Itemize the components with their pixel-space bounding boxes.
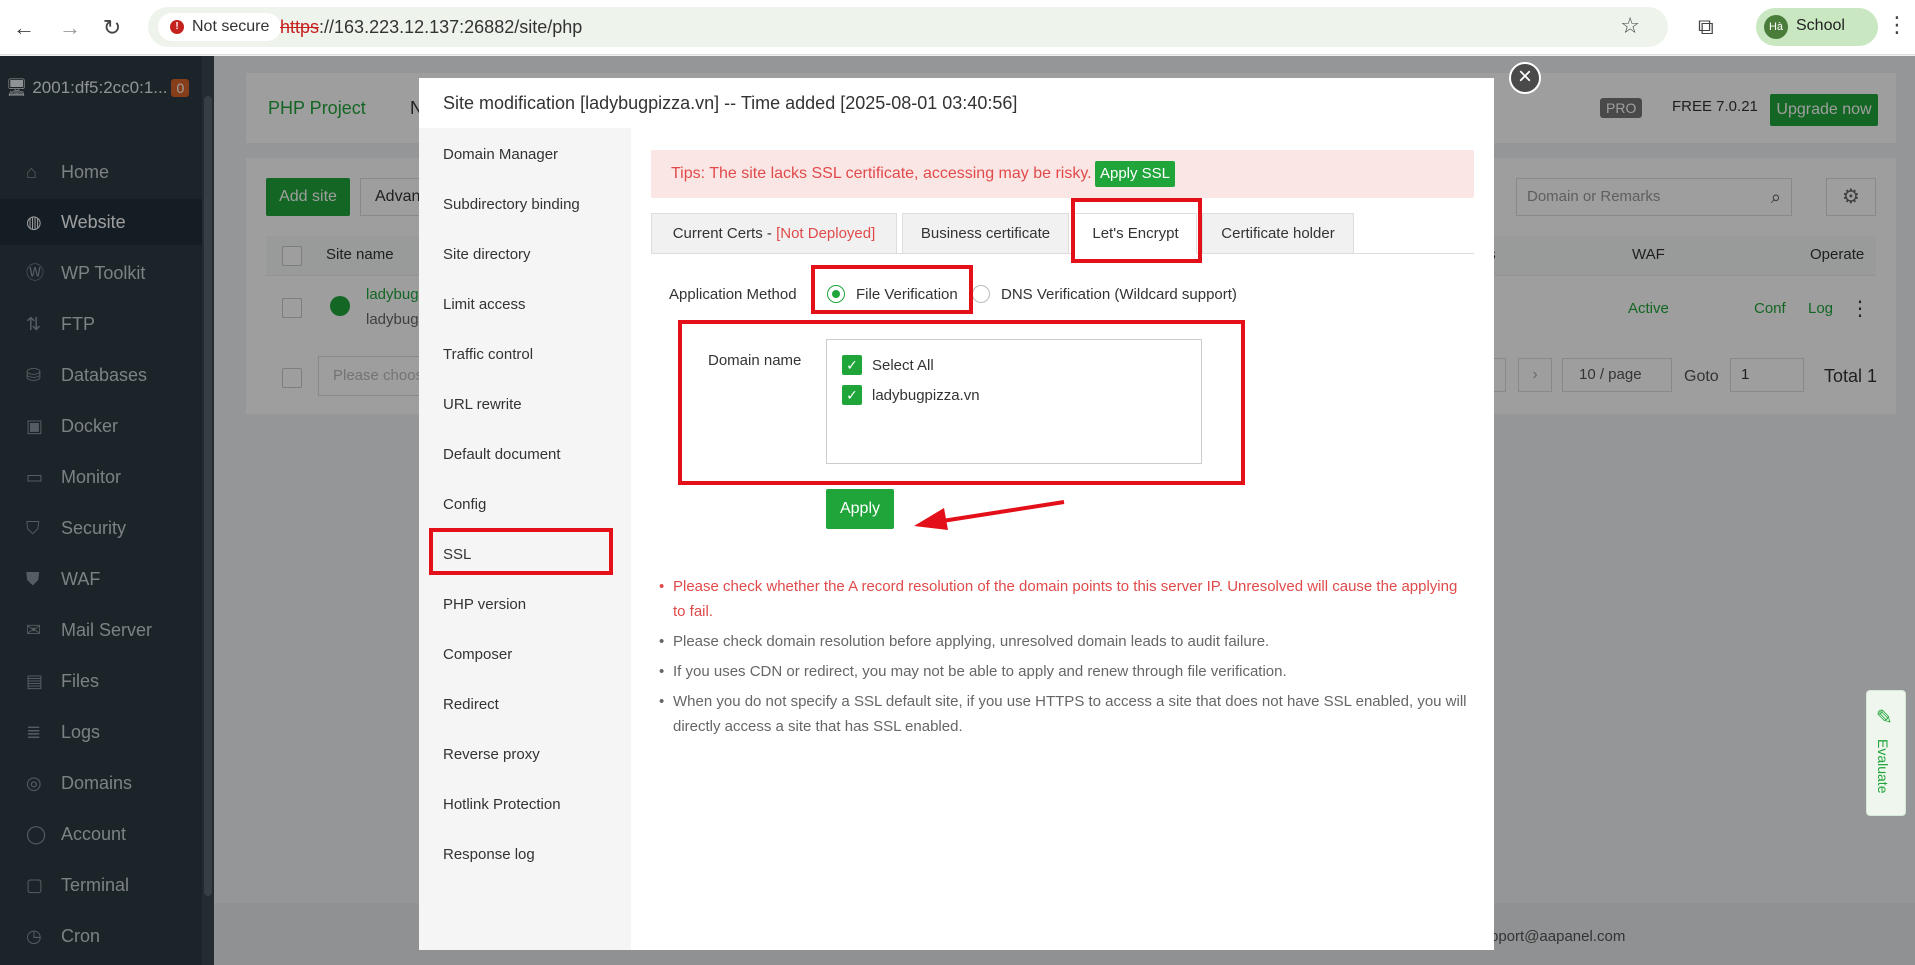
nav-reverse-proxy[interactable]: Reverse proxy	[443, 746, 540, 763]
back-arrow-icon[interactable]: ←	[10, 14, 38, 42]
note-cdn-redirect: If you uses CDN or redirect, you may not…	[659, 659, 1473, 684]
browser-toolbar: ← → ↻ ! Not secure https://163.223.12.13…	[0, 0, 1915, 55]
tab-business-certificate[interactable]: Business certificate	[902, 213, 1069, 254]
nav-ssl[interactable]: SSL	[443, 546, 471, 563]
select-all-checkbox[interactable]: ✓	[842, 355, 862, 375]
browser-menu-icon[interactable]: ⋮	[1886, 12, 1908, 38]
evaluate-label: Evaluate	[1875, 739, 1891, 794]
dns-verification-radio[interactable]	[972, 285, 990, 303]
nav-domain-manager[interactable]: Domain Manager	[443, 146, 558, 163]
edit-icon: ✎	[1876, 707, 1893, 729]
nav-php-version[interactable]: PHP version	[443, 596, 526, 613]
nav-redirect[interactable]: Redirect	[443, 696, 499, 713]
nav-response-log[interactable]: Response log	[443, 846, 535, 863]
avatar: Hà	[1764, 15, 1788, 39]
nav-subdirectory-binding[interactable]: Subdirectory binding	[443, 196, 580, 213]
nav-traffic-control[interactable]: Traffic control	[443, 346, 533, 363]
ssl-warning-banner: Tips: The site lacks SSL certificate, ac…	[651, 150, 1474, 198]
domain-name-label: Domain name	[708, 352, 802, 369]
note-domain-resolution: Please check domain resolution before ap…	[659, 629, 1473, 654]
nav-hotlink-protection[interactable]: Hotlink Protection	[443, 796, 561, 813]
note-default-ssl-site: When you do not specify a SSL default si…	[659, 689, 1473, 739]
note-a-record: Please check whether the A record resolu…	[659, 574, 1473, 624]
tab-label: Current Certs -	[672, 225, 777, 242]
apply-ssl-button[interactable]: Apply SSL	[1095, 161, 1175, 187]
nav-site-directory[interactable]: Site directory	[443, 246, 531, 263]
warning-icon: !	[170, 20, 184, 34]
url-text[interactable]: https://163.223.12.137:26882/site/php	[280, 17, 582, 38]
tab-current-certs[interactable]: Current Certs - [Not Deployed]	[651, 213, 897, 254]
dialog-nav: Domain Manager Subdirectory binding Site…	[419, 128, 631, 950]
profile-button[interactable]: Hà School	[1756, 8, 1878, 46]
bookmark-star-icon[interactable]: ☆	[1620, 13, 1640, 39]
forward-arrow-icon[interactable]: →	[56, 14, 84, 42]
dialog-title: Site modification [ladybugpizza.vn] -- T…	[443, 93, 1018, 113]
security-indicator[interactable]: ! Not secure	[158, 13, 282, 41]
profile-name: School	[1796, 17, 1845, 34]
apply-button[interactable]: Apply	[826, 489, 894, 529]
application-method-label: Application Method	[669, 286, 797, 303]
ssl-warning-text: Tips: The site lacks SSL certificate, ac…	[671, 165, 1092, 182]
file-verification-label[interactable]: File Verification	[856, 286, 958, 303]
security-label: Not secure	[192, 18, 270, 35]
extensions-icon[interactable]: ⧉	[1698, 14, 1714, 40]
url-path: ://163.223.12.137:26882/site/php	[319, 17, 583, 37]
not-deployed-label: [Not Deployed]	[776, 225, 876, 242]
nav-url-rewrite[interactable]: URL rewrite	[443, 396, 522, 413]
dns-verification-label[interactable]: DNS Verification (Wildcard support)	[1001, 286, 1237, 303]
select-all-label[interactable]: Select All	[872, 357, 934, 374]
tab-lets-encrypt[interactable]: Let's Encrypt	[1074, 213, 1197, 254]
nav-composer[interactable]: Composer	[443, 646, 512, 663]
address-bar[interactable]: ! Not secure https://163.223.12.137:2688…	[148, 7, 1668, 47]
evaluate-tab[interactable]: ✎ Evaluate	[1866, 690, 1906, 816]
nav-config[interactable]: Config	[443, 496, 486, 513]
domain-checkbox[interactable]: ✓	[842, 385, 862, 405]
nav-limit-access[interactable]: Limit access	[443, 296, 526, 313]
nav-default-document[interactable]: Default document	[443, 446, 561, 463]
file-verification-radio[interactable]	[827, 285, 845, 303]
reload-icon[interactable]: ↻	[98, 14, 126, 42]
certificate-tabs: Current Certs - [Not Deployed] Business …	[651, 213, 1474, 254]
domain-checkbox-label[interactable]: ladybugpizza.vn	[872, 387, 980, 404]
url-scheme: https	[280, 17, 320, 37]
close-icon[interactable]: ×	[1509, 62, 1541, 94]
tab-certificate-holder[interactable]: Certificate holder	[1202, 213, 1354, 254]
